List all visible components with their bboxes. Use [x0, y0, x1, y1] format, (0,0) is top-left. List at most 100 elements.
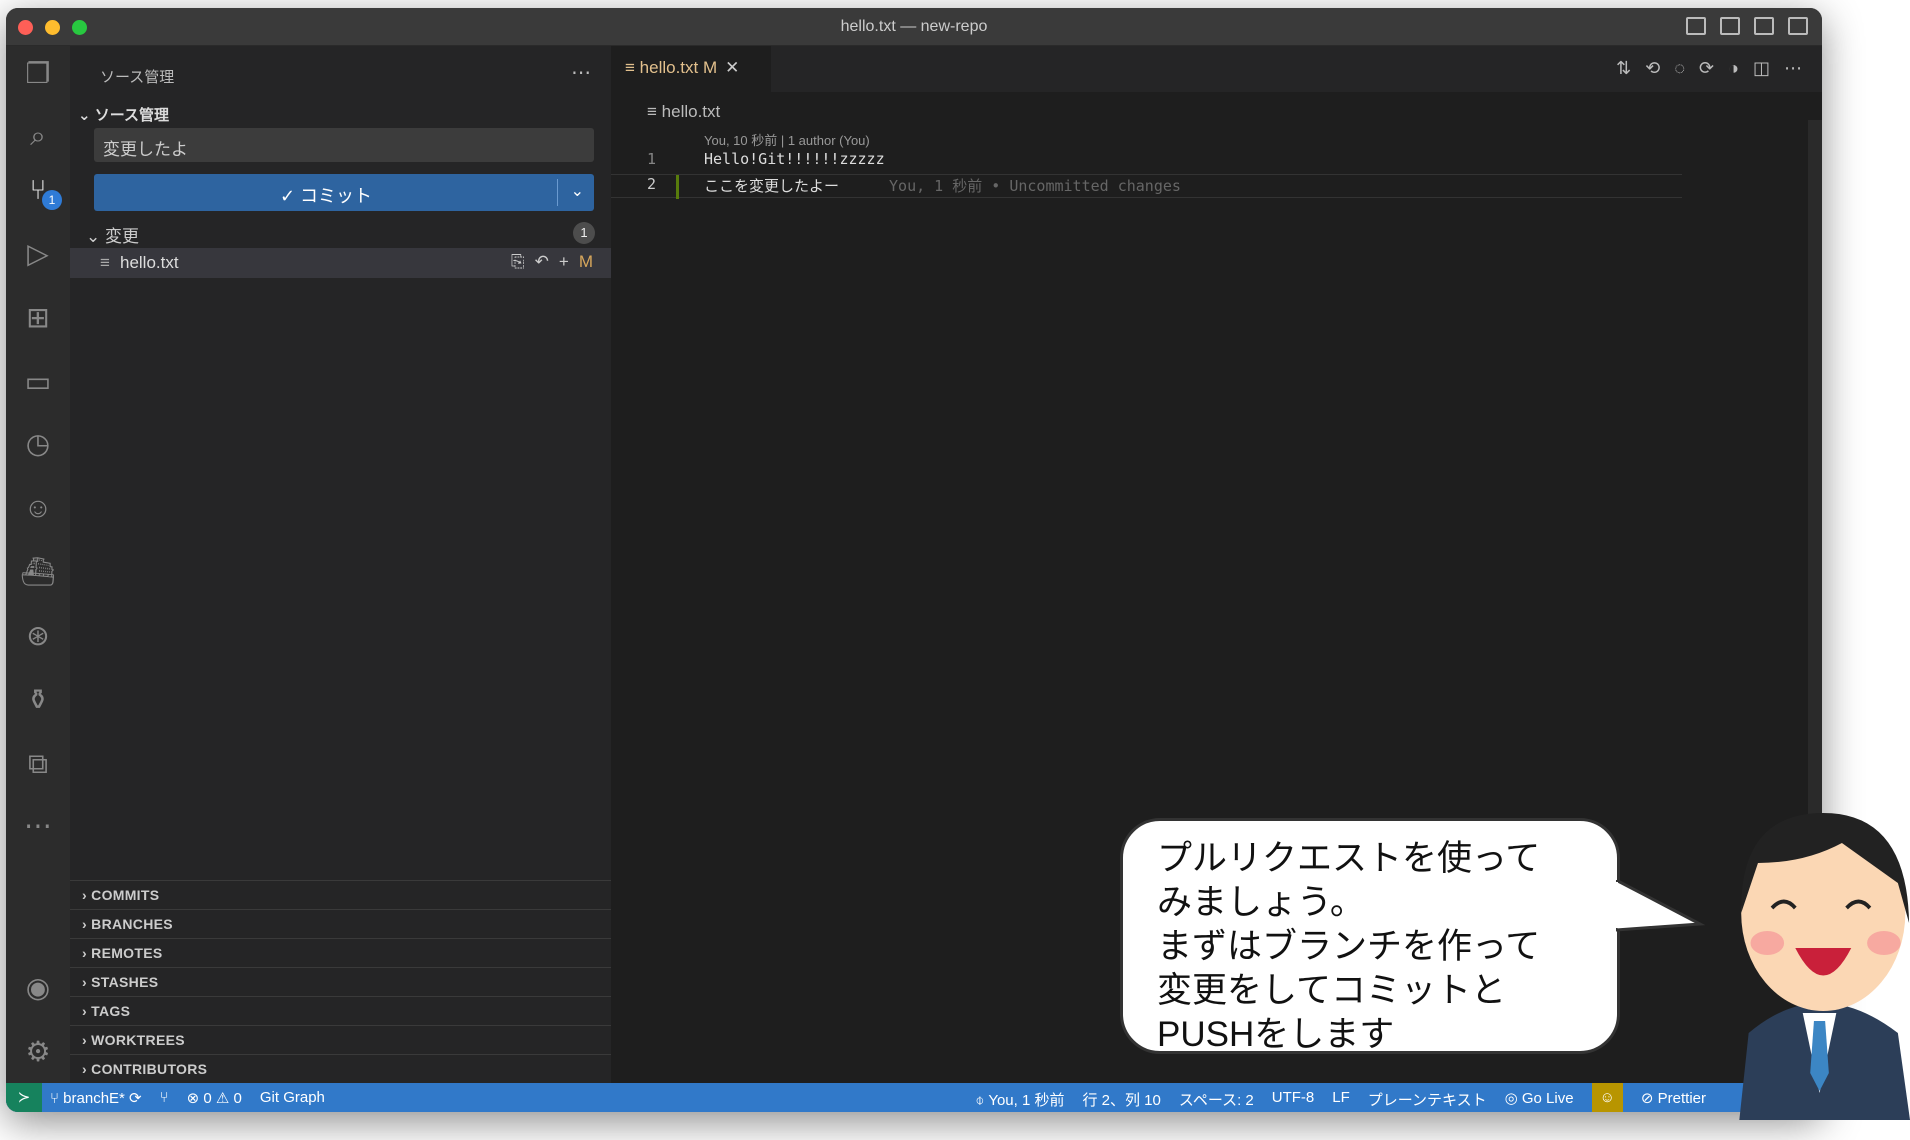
previous-change-icon[interactable]: ◌: [1674, 58, 1685, 79]
chevron-down-icon[interactable]: ⌄: [571, 181, 584, 201]
toggle-sidebar-icon[interactable]: [1686, 17, 1706, 35]
blame-item[interactable]: ⌽ You, 1 秒前: [975, 1089, 1064, 1110]
file-name: hello.txt: [120, 253, 179, 272]
stage-plus-icon[interactable]: +: [559, 252, 569, 272]
eol[interactable]: LF: [1332, 1089, 1350, 1110]
bubble-line: まずはブランチを作って: [1157, 927, 1541, 966]
bubble-line: プルリクエストを使って: [1157, 839, 1541, 878]
git-icon[interactable]: ⑂: [160, 1089, 169, 1107]
tab-status: M: [702, 58, 718, 77]
panel-label: WORKTREES: [91, 1032, 185, 1048]
git-timeline-icon[interactable]: ◑: [1728, 58, 1739, 79]
copilot-icon[interactable]: ☺: [20, 490, 56, 526]
panel-tags[interactable]: › TAGS: [70, 996, 611, 1025]
panel-label: CONTRIBUTORS: [91, 1061, 208, 1077]
branch-item[interactable]: ⑂ branchE* ⟳: [50, 1089, 142, 1107]
customize-layout-icon[interactable]: [1788, 17, 1808, 35]
more-icon[interactable]: ⋯: [20, 808, 56, 844]
section-label: ソース管理: [94, 107, 170, 124]
more-icon[interactable]: ⋯: [1784, 58, 1802, 79]
go-back-icon[interactable]: ⟲: [1645, 58, 1660, 79]
modified-badge: M: [578, 252, 593, 271]
vertical-scrollbar[interactable]: [1808, 120, 1822, 1083]
go-live-label: Go Live: [1521, 1090, 1574, 1107]
changes-label: 変更: [104, 227, 139, 246]
remote-explorer-icon[interactable]: ▭: [20, 364, 56, 400]
source-control-icon[interactable]: ⑂ 1: [20, 172, 62, 210]
search-icon[interactable]: ⌕: [20, 118, 56, 154]
line-number: 2: [646, 175, 656, 193]
panel-worktrees[interactable]: › WORKTREES: [70, 1025, 611, 1054]
account-icon[interactable]: ◉: [20, 970, 56, 1006]
timeline-icon[interactable]: ◷: [20, 426, 56, 462]
status-bar: ≻ ⑂ branchE* ⟳ ⑂ ⊗ 0 ⚠ 0 Git Graph ⌽ You…: [6, 1083, 1822, 1112]
panel-remotes[interactable]: › REMOTES: [70, 938, 611, 967]
go-live-item[interactable]: ◎ Go Live: [1505, 1089, 1574, 1110]
source-control-sidebar: ソース管理 ⋯ ⌄ ソース管理 変更したよ ✓ コミット ⌄ ⌄ 変更 1 ≡ h…: [70, 46, 611, 1083]
git-graph-icon[interactable]: ⊛: [20, 618, 56, 654]
encoding[interactable]: UTF-8: [1272, 1089, 1315, 1110]
line-number: 1: [646, 150, 656, 168]
code-line-current[interactable]: 2 ここを変更したよー You, 1 秒前 • Uncommitted change…: [611, 174, 1682, 199]
speech-bubble: プルリクエストを使って みましょう。まずはブランチを作って 変更をしてコミットと PU…: [1120, 818, 1620, 1054]
commit-message-input[interactable]: 変更したよ: [94, 128, 594, 162]
panel-contributors[interactable]: › CONTRIBUTORS: [70, 1054, 611, 1083]
scm-section-header[interactable]: ⌄ ソース管理: [78, 104, 169, 125]
more-actions-icon[interactable]: ⋯: [571, 60, 591, 85]
sidebar-title: ソース管理: [100, 69, 175, 86]
settings-gear-icon[interactable]: ⚙: [20, 1034, 56, 1070]
toggle-secondary-sidebar-icon[interactable]: [1754, 17, 1774, 35]
branch-name: branchE*: [63, 1090, 125, 1107]
prettier-label: Prettier: [1657, 1090, 1706, 1107]
bubble-line: PUSHをします: [1157, 1015, 1395, 1054]
problems-item[interactable]: ⊗ 0 ⚠ 0: [187, 1089, 242, 1107]
panel-commits[interactable]: › COMMITS: [70, 880, 611, 909]
speech-bubble-tail: [1616, 880, 1706, 932]
tab-hello-txt[interactable]: ≡ hello.txt M ✕: [611, 46, 771, 92]
prettier-item[interactable]: ⊘ Prettier: [1641, 1089, 1706, 1110]
cursor-position[interactable]: 行 2、列 10: [1083, 1089, 1161, 1110]
panel-branches[interactable]: › BRANCHES: [70, 909, 611, 938]
changes-group[interactable]: ⌄ 変更: [86, 222, 139, 247]
panel-stashes[interactable]: › STASHES: [70, 967, 611, 996]
docker-icon[interactable]: ⛴: [20, 554, 56, 590]
open-file-icon[interactable]: ⎘: [511, 252, 525, 272]
panel-label: TAGS: [91, 1003, 131, 1019]
activity-bar: ❐ ⌕ ⑂ 1 ▷ ⊞ ▭ ◷ ☺ ⛴ ⊛ ⚱ ⧉ ⋯ ◉ ⚙: [6, 46, 70, 1083]
commit-button[interactable]: ✓ コミット ⌄: [94, 174, 594, 211]
changes-count-badge: 1: [573, 222, 595, 244]
inline-blame: You, 1 秒前 • Uncommitted changes: [889, 177, 1181, 195]
panel-label: BRANCHES: [91, 916, 173, 932]
commit-label: ✓ コミット: [279, 186, 373, 206]
discard-icon[interactable]: ↶: [535, 252, 549, 272]
explorer-icon[interactable]: ❐: [20, 56, 56, 92]
copilot-status-icon[interactable]: ☺: [1591, 1083, 1623, 1112]
changed-file-item[interactable]: ≡ hello.txt ⎘ ↶ + M: [70, 248, 611, 278]
git-graph-item[interactable]: Git Graph: [260, 1089, 325, 1107]
close-icon[interactable]: ✕: [725, 58, 739, 77]
breadcrumb[interactable]: ≡ hello.txt: [647, 102, 720, 122]
blame-text: You, 1 秒前: [988, 1092, 1065, 1109]
indentation[interactable]: スペース: 2: [1179, 1089, 1254, 1110]
bubble-line: 変更をしてコミットと: [1157, 971, 1506, 1010]
codelens-author[interactable]: You, 10 秒前 | 1 author (You): [704, 130, 870, 149]
title-bar: hello.txt — new-repo: [6, 8, 1822, 46]
language-mode[interactable]: プレーンテキスト: [1368, 1089, 1487, 1110]
window-title: hello.txt — new-repo: [840, 18, 988, 35]
run-debug-icon[interactable]: ▷: [20, 236, 56, 272]
remote-icon[interactable]: ≻: [6, 1083, 42, 1112]
scm-badge: 1: [42, 190, 62, 210]
bubble-line: みましょう。: [1157, 883, 1365, 922]
code-line[interactable]: 1 Hello!Git!!!!!!zzzzz: [611, 150, 1682, 174]
next-change-icon[interactable]: ⟳: [1699, 58, 1714, 79]
lamp-icon[interactable]: ⚱: [20, 682, 56, 718]
compare-changes-icon[interactable]: ⇅: [1616, 58, 1631, 79]
file-lines-icon: ≡: [100, 253, 110, 272]
extensions-icon[interactable]: ⊞: [20, 300, 56, 336]
split-editor-icon[interactable]: ◫: [1753, 58, 1770, 79]
tab-label: hello.txt: [639, 58, 699, 77]
toggle-panel-icon[interactable]: [1720, 17, 1740, 35]
panel-label: COMMITS: [91, 887, 160, 903]
line-text: Hello!Git!!!!!!zzzzz: [704, 150, 885, 168]
diagram-icon[interactable]: ⧉: [20, 746, 56, 782]
